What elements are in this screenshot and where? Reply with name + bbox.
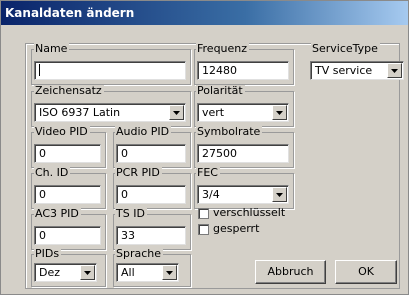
symbolrate-input[interactable]: 27500 xyxy=(197,144,289,163)
fec-label: FEC xyxy=(196,166,220,179)
gesperrt-label[interactable]: gesperrt xyxy=(213,223,259,235)
ac3-pid-input[interactable]: 0 xyxy=(34,226,101,245)
sprache-select[interactable]: All xyxy=(116,263,179,282)
fec-value: 3/4 xyxy=(202,188,220,201)
ts-id-input[interactable]: 33 xyxy=(116,226,186,245)
ch-id-value: 0 xyxy=(39,188,46,201)
zeichensatz-label: Zeichensatz xyxy=(34,84,104,97)
pids-select[interactable]: Dez xyxy=(34,263,97,282)
name-label: Name xyxy=(34,42,70,55)
video-pid-label: Video PID xyxy=(34,125,90,138)
chevron-down-icon[interactable] xyxy=(387,63,402,78)
pids-value: Dez xyxy=(39,266,61,279)
chevron-down-icon[interactable] xyxy=(162,265,177,280)
chevron-down-icon[interactable] xyxy=(80,265,95,280)
ac3-pid-value: 0 xyxy=(39,229,46,242)
pids-label: PIDs xyxy=(34,247,62,260)
pcr-pid-value: 0 xyxy=(121,188,128,201)
sprache-value: All xyxy=(121,266,135,279)
frequenz-input[interactable]: 12480 xyxy=(197,61,289,80)
name-input[interactable] xyxy=(34,61,186,80)
chevron-down-icon[interactable] xyxy=(272,105,287,120)
symbolrate-label: Symbolrate xyxy=(196,125,263,138)
polaritaet-value: vert xyxy=(202,106,225,119)
fec-select[interactable]: 3/4 xyxy=(197,185,289,204)
chevron-down-icon[interactable] xyxy=(272,187,287,202)
audio-pid-input[interactable]: 0 xyxy=(116,144,186,163)
frequenz-value: 12480 xyxy=(202,64,237,77)
video-pid-value: 0 xyxy=(39,147,46,160)
window-title: Kanaldaten ändern xyxy=(5,6,135,20)
ts-id-value: 33 xyxy=(121,229,135,242)
video-pid-input[interactable]: 0 xyxy=(34,144,101,163)
text-caret xyxy=(39,64,40,76)
sprache-label: Sprache xyxy=(115,247,164,260)
zeichensatz-value: ISO 6937 Latin xyxy=(39,106,121,119)
ts-id-label: TS ID xyxy=(115,207,147,220)
pcr-pid-input[interactable]: 0 xyxy=(116,185,186,204)
verschluesselt-checkbox[interactable] xyxy=(198,208,209,219)
polaritaet-label: Polarität xyxy=(196,84,245,97)
ch-id-label: Ch. ID xyxy=(34,166,71,179)
dialog-window: Kanaldaten ändern Name Frequenz 12480 Se… xyxy=(0,0,409,295)
polaritaet-select[interactable]: vert xyxy=(197,103,289,122)
servicetype-value: TV service xyxy=(315,64,373,77)
servicetype-label: ServiceType xyxy=(311,42,380,55)
frequenz-label: Frequenz xyxy=(196,42,250,55)
ch-id-input[interactable]: 0 xyxy=(34,185,101,204)
cancel-button[interactable]: Abbruch xyxy=(255,260,326,284)
pcr-pid-label: PCR PID xyxy=(115,166,162,179)
symbolrate-value: 27500 xyxy=(202,147,237,160)
ok-button[interactable]: OK xyxy=(335,260,397,284)
audio-pid-value: 0 xyxy=(121,147,128,160)
zeichensatz-select[interactable]: ISO 6937 Latin xyxy=(34,103,186,122)
audio-pid-label: Audio PID xyxy=(115,125,172,138)
ac3-pid-label: AC3 PID xyxy=(34,207,81,220)
chevron-down-icon[interactable] xyxy=(169,105,184,120)
gesperrt-checkbox[interactable] xyxy=(198,224,209,235)
servicetype-select[interactable]: TV service xyxy=(310,61,404,80)
verschluesselt-label[interactable]: verschlüsselt xyxy=(213,207,285,219)
title-bar[interactable]: Kanaldaten ändern xyxy=(1,1,408,25)
